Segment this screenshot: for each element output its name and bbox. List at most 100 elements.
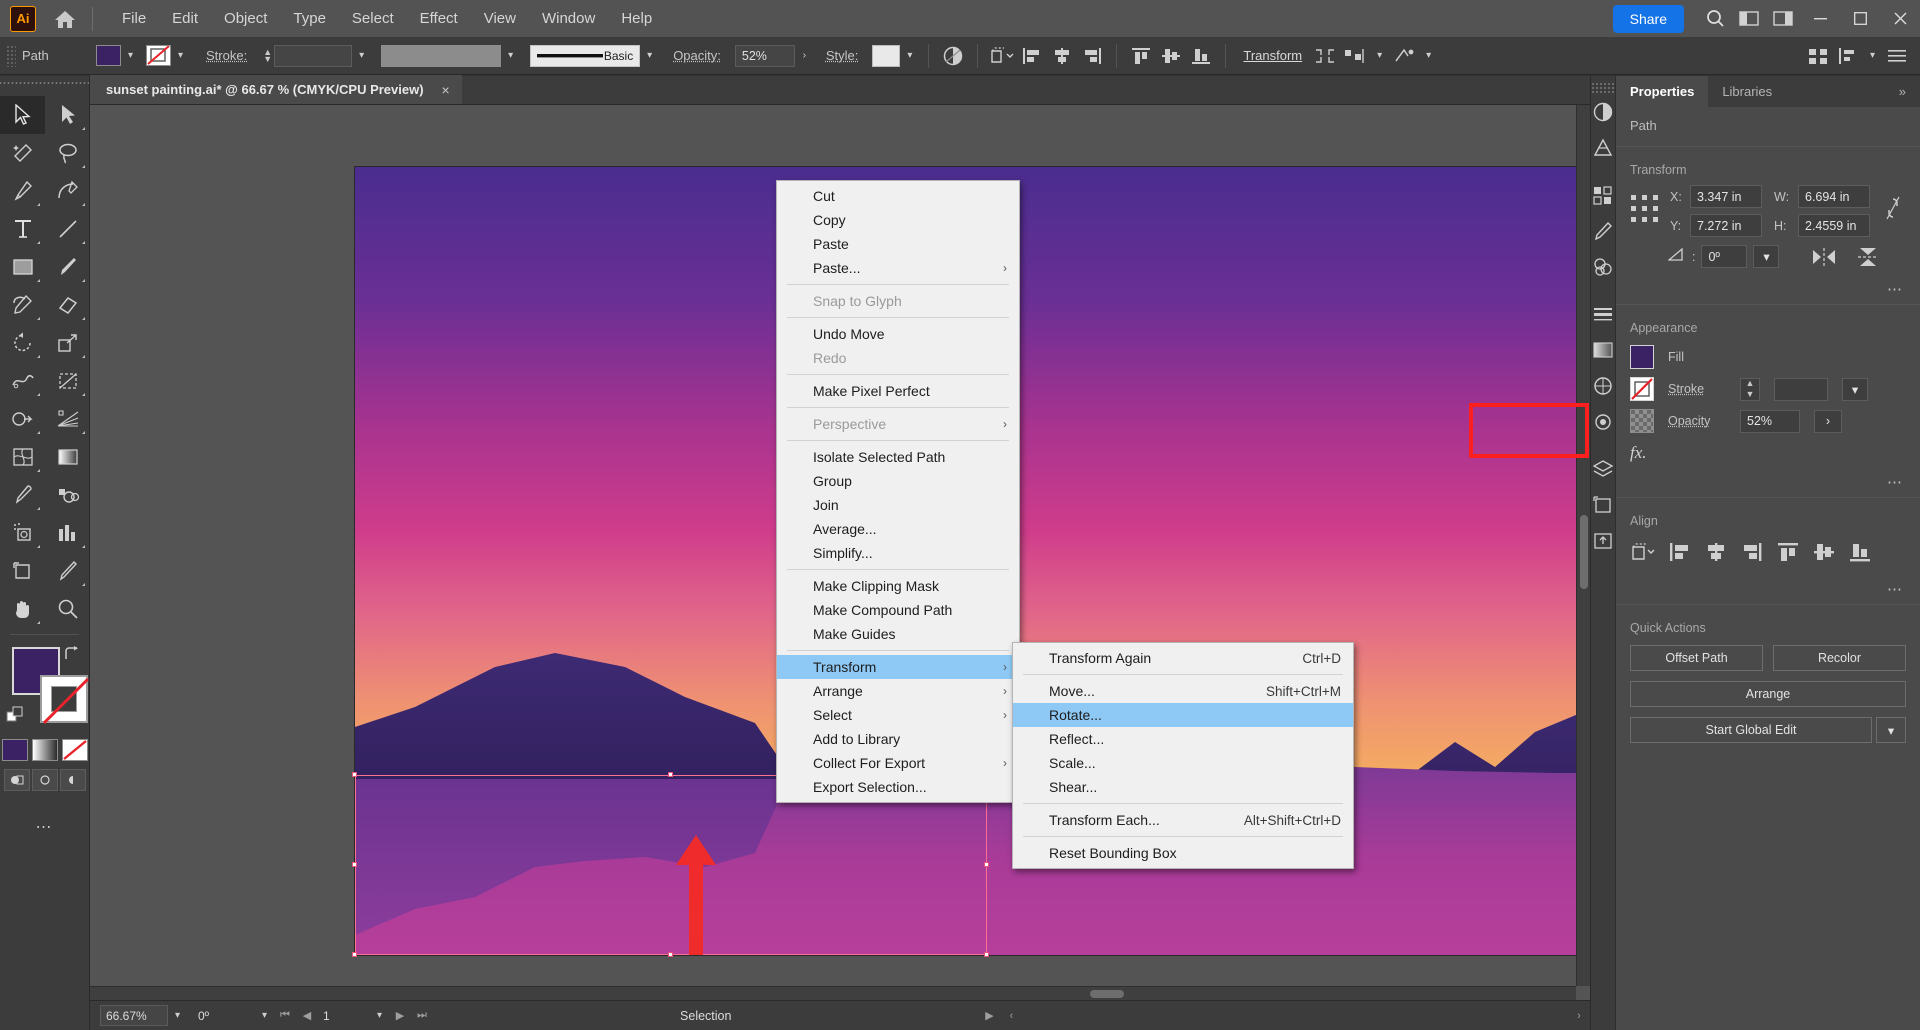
align-to-selection-icon[interactable] xyxy=(987,43,1017,69)
direct-selection-tool[interactable] xyxy=(45,96,90,134)
tab-libraries[interactable]: Libraries xyxy=(1708,76,1786,107)
artboard-tool[interactable] xyxy=(0,552,45,590)
context-menu-item-make-compound-path[interactable]: Make Compound Path xyxy=(777,598,1019,622)
submenu-item-reflect[interactable]: Reflect... xyxy=(1013,727,1353,751)
stroke-swatch-large[interactable] xyxy=(40,675,88,723)
symbols-panel-icon[interactable] xyxy=(1591,249,1615,285)
align-center-vertical-icon[interactable] xyxy=(1156,43,1186,69)
perspective-grid-tool[interactable] xyxy=(45,400,90,438)
submenu-item-transform-each[interactable]: Transform Each... Alt+Shift+Ctrl+D xyxy=(1013,808,1353,832)
scale-tool[interactable] xyxy=(45,324,90,362)
transform-more-options-icon[interactable]: ⋯ xyxy=(1616,268,1920,298)
selection-handle[interactable] xyxy=(984,862,989,867)
previous-artboard-icon[interactable]: ◀ xyxy=(296,1004,318,1028)
arrange-button[interactable]: Arrange xyxy=(1630,681,1906,707)
preferences-dropdown-icon[interactable]: ▾ xyxy=(1863,45,1882,66)
context-menu-item-export-selection[interactable]: Export Selection... xyxy=(777,775,1019,799)
align-right-icon[interactable] xyxy=(1077,43,1107,69)
status-collapse-icon[interactable]: ‹ xyxy=(1001,1004,1023,1028)
global-edit-options-icon[interactable]: ▾ xyxy=(1876,717,1906,743)
default-fill-stroke-icon[interactable] xyxy=(6,706,26,731)
preferences-icon[interactable] xyxy=(1833,43,1863,69)
stroke-weight-dropdown-icon[interactable]: ▾ xyxy=(352,45,371,66)
transform-submenu[interactable]: Transform Again Ctrl+D Move... Shift+Ctr… xyxy=(1012,642,1354,869)
control-bar-menu-icon[interactable] xyxy=(1882,43,1912,69)
context-menu-item-undo-move[interactable]: Undo Move xyxy=(777,322,1019,346)
none-swatch-button[interactable] xyxy=(62,739,88,761)
context-menu-item-join[interactable]: Join xyxy=(777,493,1019,517)
stroke-swatch-panel[interactable] xyxy=(1630,377,1654,401)
context-menu-item-add-to-library[interactable]: Add to Library xyxy=(777,727,1019,751)
draw-inside-icon[interactable] xyxy=(60,769,86,791)
close-window-button[interactable] xyxy=(1880,0,1920,37)
menu-file[interactable]: File xyxy=(109,4,159,33)
context-menu-item-select[interactable]: Select › xyxy=(777,703,1019,727)
selection-handle[interactable] xyxy=(352,772,357,777)
w-field[interactable]: 6.694 in xyxy=(1798,185,1870,208)
magic-wand-tool[interactable] xyxy=(0,134,45,172)
gradient-swatch-button[interactable] xyxy=(32,739,58,761)
document-setup-icon[interactable] xyxy=(1803,43,1833,69)
variable-width-profile-field[interactable] xyxy=(381,45,501,67)
start-global-edit-button[interactable]: Start Global Edit xyxy=(1630,717,1872,743)
rotation-field[interactable]: 0º xyxy=(193,1005,255,1026)
slice-tool[interactable] xyxy=(45,552,90,590)
context-menu-item-average[interactable]: Average... xyxy=(777,517,1019,541)
stroke-panel-icon[interactable] xyxy=(1591,296,1615,332)
menu-window[interactable]: Window xyxy=(529,4,608,33)
width-tool[interactable] xyxy=(0,362,45,400)
blend-tool[interactable] xyxy=(45,476,90,514)
brush-dropdown-icon[interactable]: ▾ xyxy=(640,45,659,66)
rotate-tool[interactable] xyxy=(0,324,45,362)
transform-panel-link[interactable]: Transform xyxy=(1235,45,1310,66)
fill-swatch-panel[interactable] xyxy=(1630,345,1654,369)
submenu-item-move[interactable]: Move... Shift+Ctrl+M xyxy=(1013,679,1353,703)
stroke-weight-dropdown-panel[interactable]: ▾ xyxy=(1842,378,1868,401)
pen-tool[interactable] xyxy=(0,172,45,210)
distribute-spacing-icon[interactable] xyxy=(1340,43,1370,69)
stroke-label[interactable]: Stroke: xyxy=(206,48,247,63)
canvas-vertical-scrollbar[interactable] xyxy=(1576,105,1590,986)
fx-icon[interactable]: fx. xyxy=(1630,443,1647,462)
eyedropper-tool[interactable] xyxy=(0,476,45,514)
context-menu-item-make-clipping-mask[interactable]: Make Clipping Mask xyxy=(777,574,1019,598)
menu-type[interactable]: Type xyxy=(280,4,339,33)
line-segment-tool[interactable] xyxy=(45,210,90,248)
recolor-button[interactable]: Recolor xyxy=(1773,645,1906,671)
gradient-tool[interactable] xyxy=(45,438,90,476)
eraser-tool[interactable] xyxy=(45,286,90,324)
opacity-swatch-icon[interactable] xyxy=(1630,409,1654,433)
artboards-panel-icon[interactable] xyxy=(1591,487,1615,523)
align-center-horizontal-icon[interactable] xyxy=(1047,43,1077,69)
angle-field[interactable]: 0º xyxy=(1701,245,1747,268)
align-left-icon[interactable] xyxy=(1017,43,1047,69)
opacity-field[interactable]: 52% xyxy=(735,45,795,67)
context-menu-item-copy[interactable]: Copy xyxy=(777,208,1019,232)
angle-dropdown-icon[interactable]: ▾ xyxy=(1753,245,1779,268)
align-top-icon[interactable] xyxy=(1126,43,1156,69)
lasso-tool[interactable] xyxy=(45,134,90,172)
canvas-horizontal-scrollbar[interactable] xyxy=(90,986,1576,1000)
fill-color-swatch[interactable] xyxy=(96,45,121,66)
align-center-vertical-icon-panel[interactable] xyxy=(1808,538,1840,566)
opacity-options-icon[interactable]: › xyxy=(795,45,814,66)
offset-path-button[interactable]: Offset Path xyxy=(1630,645,1763,671)
opacity-options-icon-panel[interactable]: › xyxy=(1814,410,1842,433)
context-menu-item-make-pixel-perfect[interactable]: Make Pixel Perfect xyxy=(777,379,1019,403)
hand-tool[interactable] xyxy=(0,590,45,628)
color-guide-panel-icon[interactable] xyxy=(1591,130,1615,166)
context-menu-item-paste-options[interactable]: Paste... › xyxy=(777,256,1019,280)
menu-object[interactable]: Object xyxy=(211,4,280,33)
stroke-label-panel[interactable]: Stroke xyxy=(1668,382,1726,396)
stroke-weight-field-panel[interactable] xyxy=(1774,378,1828,401)
status-expand-icon[interactable]: › xyxy=(1568,1004,1590,1028)
submenu-item-scale[interactable]: Scale... xyxy=(1013,751,1353,775)
transparency-panel-icon[interactable] xyxy=(1591,368,1615,404)
free-transform-tool[interactable] xyxy=(45,362,90,400)
opacity-label-panel[interactable]: Opacity xyxy=(1668,414,1726,428)
align-center-horizontal-icon-panel[interactable] xyxy=(1700,538,1732,566)
workspace-switcher-icon[interactable] xyxy=(1766,0,1800,37)
symbol-sprayer-tool[interactable] xyxy=(0,514,45,552)
appearance-panel-icon[interactable] xyxy=(1591,404,1615,440)
style-label[interactable]: Style: xyxy=(826,48,859,63)
